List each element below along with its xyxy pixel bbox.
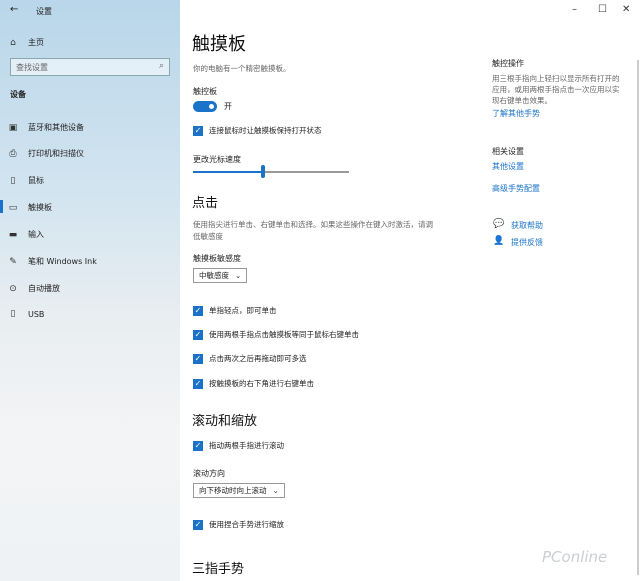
- search-placeholder: 查找设置: [16, 63, 48, 72]
- gestures-heading: 触控操作: [492, 59, 524, 68]
- feedback-link[interactable]: 提供反馈: [511, 237, 543, 248]
- taps-description-2: 低敏感度: [193, 232, 223, 241]
- active-indicator: [0, 200, 3, 213]
- scrollbar[interactable]: [637, 60, 639, 575]
- maximize-button[interactable]: ☐: [598, 4, 607, 15]
- sidebar-item-0[interactable]: ▣ 蓝牙和其他设备: [8, 122, 84, 133]
- dropdown-value: 向下移动时向上滚动: [199, 486, 267, 495]
- mouse-icon: ▯: [10, 175, 16, 186]
- chevron-down-icon: ⌄: [235, 271, 242, 280]
- sensitivity-label: 触摸板敏感度: [193, 254, 241, 263]
- keep-on-checkbox[interactable]: ✓ 连接鼠标时让触摸板保持打开状态: [193, 125, 322, 136]
- printer-icon: ⎙: [9, 148, 17, 159]
- sidebar-item-label: 主页: [28, 38, 44, 47]
- touchpad-toggle[interactable]: [193, 101, 217, 112]
- three-finger-heading: 三指手势: [192, 562, 245, 577]
- check-icon: ✓: [193, 519, 203, 530]
- tap-option-checkbox[interactable]: ✓ 单指轻点，即可单击: [193, 305, 277, 316]
- checkbox-label: 拖动两根手指进行滚动: [209, 441, 284, 450]
- sidebar-item-3[interactable]: ▭ 触摸板: [8, 202, 52, 213]
- sidebar-item-7[interactable]: ▯ USB: [8, 309, 45, 319]
- help-icon: 💬: [493, 219, 505, 229]
- cursor-speed-label: 更改光标速度: [193, 155, 241, 164]
- other-settings-link[interactable]: 其他设置: [492, 161, 524, 172]
- scroll-heading: 滚动和缩放: [192, 414, 258, 429]
- watermark-logo: PConline: [542, 548, 608, 566]
- checkbox-label: 单指轻点，即可单击: [209, 306, 277, 315]
- search-icon[interactable]: ⌕: [159, 61, 164, 71]
- sidebar-item-4[interactable]: ▬ 输入: [8, 229, 44, 240]
- checkbox-label: 点击两次之后再拖动即可多选: [209, 354, 307, 363]
- keyboard-icon: ▬: [8, 229, 18, 240]
- check-icon: ✓: [193, 440, 203, 451]
- touchpad-icon: ▭: [8, 202, 18, 213]
- get-help-link[interactable]: 获取帮助: [511, 220, 543, 231]
- check-icon: ✓: [193, 305, 203, 316]
- cursor-speed-slider[interactable]: [193, 165, 349, 178]
- taps-heading: 点击: [192, 196, 219, 211]
- feedback-icon: 👤: [493, 236, 505, 246]
- sidebar-item-label: 蓝牙和其他设备: [28, 123, 84, 132]
- sidebar-item-label: 输入: [28, 230, 44, 239]
- check-icon: ✓: [193, 125, 203, 136]
- learn-gestures-link[interactable]: 了解其他手势: [492, 108, 540, 119]
- usb-icon: ▯: [10, 309, 16, 319]
- slider-thumb[interactable]: [261, 165, 266, 178]
- related-heading: 相关设置: [492, 147, 524, 156]
- sidebar-item-5[interactable]: ✎ 笔和 Windows Ink: [8, 256, 97, 267]
- taps-description: 使用指尖进行单击、右键单击和选择。如果这些操作在键入时激活，请调: [193, 220, 433, 229]
- sidebar-item-label: 触摸板: [28, 203, 52, 212]
- pen-icon: ✎: [9, 256, 17, 267]
- back-arrow-icon[interactable]: ←: [10, 4, 18, 15]
- checkbox-label: 连接鼠标时让触摸板保持打开状态: [209, 126, 322, 135]
- gestures-text: 现右键单击效果。: [492, 96, 552, 105]
- autoplay-icon: ⊙: [9, 283, 17, 294]
- page-description: 你的电脑有一个精密触摸板。: [193, 64, 291, 73]
- sidebar: ← 设置 ⌂ 主页 查找设置 ⌕ 设备 ▣ 蓝牙和其他设备 ⎙ 打印机和扫描仪 ▯ 鼠标 ▭ 触摸…: [0, 0, 180, 581]
- scroll-direction-label: 滚动方向: [193, 469, 225, 478]
- sidebar-item-home[interactable]: ⌂ 主页: [8, 37, 44, 48]
- tap-option-checkbox[interactable]: ✓ 按触摸板的右下角进行右键单击: [193, 378, 314, 389]
- bluetooth-devices-icon: ▣: [8, 122, 18, 133]
- sidebar-item-label: 打印机和扫描仪: [28, 149, 84, 158]
- check-icon: ✓: [193, 378, 203, 389]
- scroll-direction-dropdown[interactable]: 向下移动时向上滚动 ⌄: [193, 483, 285, 498]
- sidebar-item-label: 鼠标: [28, 176, 44, 185]
- tap-option-checkbox[interactable]: ✓ 使用两根手指点击触摸板等同于鼠标右键单击: [193, 329, 359, 340]
- advanced-gestures-link[interactable]: 高级手势配置: [492, 183, 540, 194]
- dropdown-value: 中敏感度: [199, 271, 229, 280]
- sidebar-item-6[interactable]: ⊙ 自动播放: [8, 283, 60, 294]
- sensitivity-dropdown[interactable]: 中敏感度 ⌄: [193, 268, 248, 283]
- sidebar-section-title: 设备: [10, 90, 26, 99]
- window-title: 设置: [36, 7, 52, 16]
- sidebar-item-1[interactable]: ⎙ 打印机和扫描仪: [8, 148, 84, 159]
- search-input[interactable]: 查找设置 ⌕: [10, 58, 170, 76]
- chevron-down-icon: ⌄: [272, 486, 279, 495]
- tap-option-checkbox[interactable]: ✓ 点击两次之后再拖动即可多选: [193, 353, 307, 364]
- checkbox-label: 按触摸板的右下角进行右键单击: [209, 379, 314, 388]
- close-button[interactable]: ✕: [622, 4, 630, 15]
- slider-fill: [193, 171, 264, 173]
- minimize-button[interactable]: –: [572, 4, 577, 15]
- checkbox-label: 使用两根手指点击触摸板等同于鼠标右键单击: [209, 330, 359, 339]
- home-icon: ⌂: [10, 37, 16, 48]
- pinch-zoom-checkbox[interactable]: ✓ 使用捏合手势进行缩放: [193, 519, 284, 530]
- toggle-state: 开: [224, 102, 232, 111]
- sidebar-item-label: USB: [28, 309, 45, 319]
- sidebar-item-label: 自动播放: [28, 284, 60, 293]
- check-icon: ✓: [193, 329, 203, 340]
- sidebar-item-2[interactable]: ▯ 鼠标: [8, 175, 44, 186]
- two-finger-scroll-checkbox[interactable]: ✓ 拖动两根手指进行滚动: [193, 440, 284, 451]
- touchpad-label: 触控板: [193, 87, 217, 96]
- checkbox-label: 使用捏合手势进行缩放: [209, 520, 284, 529]
- gestures-text: 用三根手指向上轻扫以显示所有打开的: [492, 74, 620, 83]
- sidebar-item-label: 笔和 Windows Ink: [28, 257, 97, 266]
- check-icon: ✓: [193, 353, 203, 364]
- gestures-text: 应用，或用两根手指点击一次应用以实: [492, 85, 620, 94]
- page-title: 触摸板: [192, 34, 246, 55]
